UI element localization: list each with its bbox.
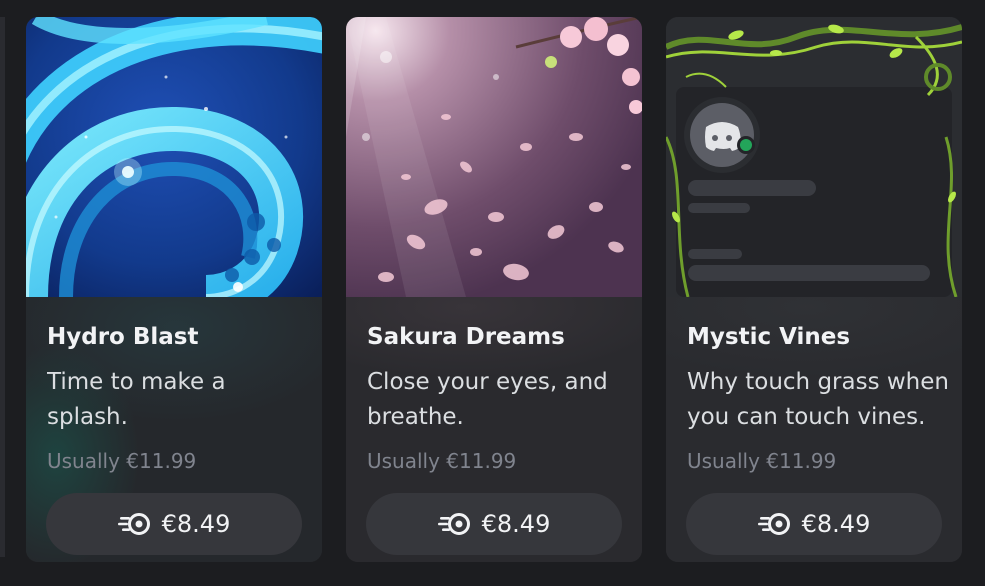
discounted-price: €8.49 <box>801 510 871 538</box>
card-title: Sakura Dreams <box>367 324 565 350</box>
previous-card-edge <box>0 17 5 557</box>
hydro-blast-preview-image <box>26 17 322 297</box>
card-description: Time to make a splash. <box>47 369 226 430</box>
nitro-icon <box>757 512 792 536</box>
card-info: Hydro Blast Time to make a splash. Usual… <box>26 297 322 562</box>
nitro-icon <box>117 512 152 536</box>
discounted-price: €8.49 <box>161 510 231 538</box>
buy-price-button[interactable]: €8.49 <box>366 493 622 555</box>
original-price: Usually €11.99 <box>687 449 837 473</box>
card-title: Mystic Vines <box>687 324 851 350</box>
original-price: Usually €11.99 <box>47 449 197 473</box>
card-description: Close your eyes, and breathe. <box>367 369 608 430</box>
card-description: Why touch grass when you can touch vines… <box>687 369 949 430</box>
original-price: Usually €11.99 <box>367 449 517 473</box>
card-info: Mystic Vines Why touch grass when you ca… <box>666 297 962 562</box>
shop-card-mystic-vines[interactable]: Mystic Vines Why touch grass when you ca… <box>666 17 962 562</box>
mystic-vines-preview-image <box>666 17 962 297</box>
card-info: Sakura Dreams Close your eyes, and breat… <box>346 297 642 562</box>
shop-card-sakura-dreams[interactable]: Sakura Dreams Close your eyes, and breat… <box>346 17 642 562</box>
discounted-price: €8.49 <box>481 510 551 538</box>
card-title: Hydro Blast <box>47 324 199 350</box>
buy-price-button[interactable]: €8.49 <box>46 493 302 555</box>
shop-card-hydro-blast[interactable]: Hydro Blast Time to make a splash. Usual… <box>26 17 322 562</box>
buy-price-button[interactable]: €8.49 <box>686 493 942 555</box>
sakura-dreams-preview-image <box>346 17 642 297</box>
nitro-icon <box>437 512 472 536</box>
